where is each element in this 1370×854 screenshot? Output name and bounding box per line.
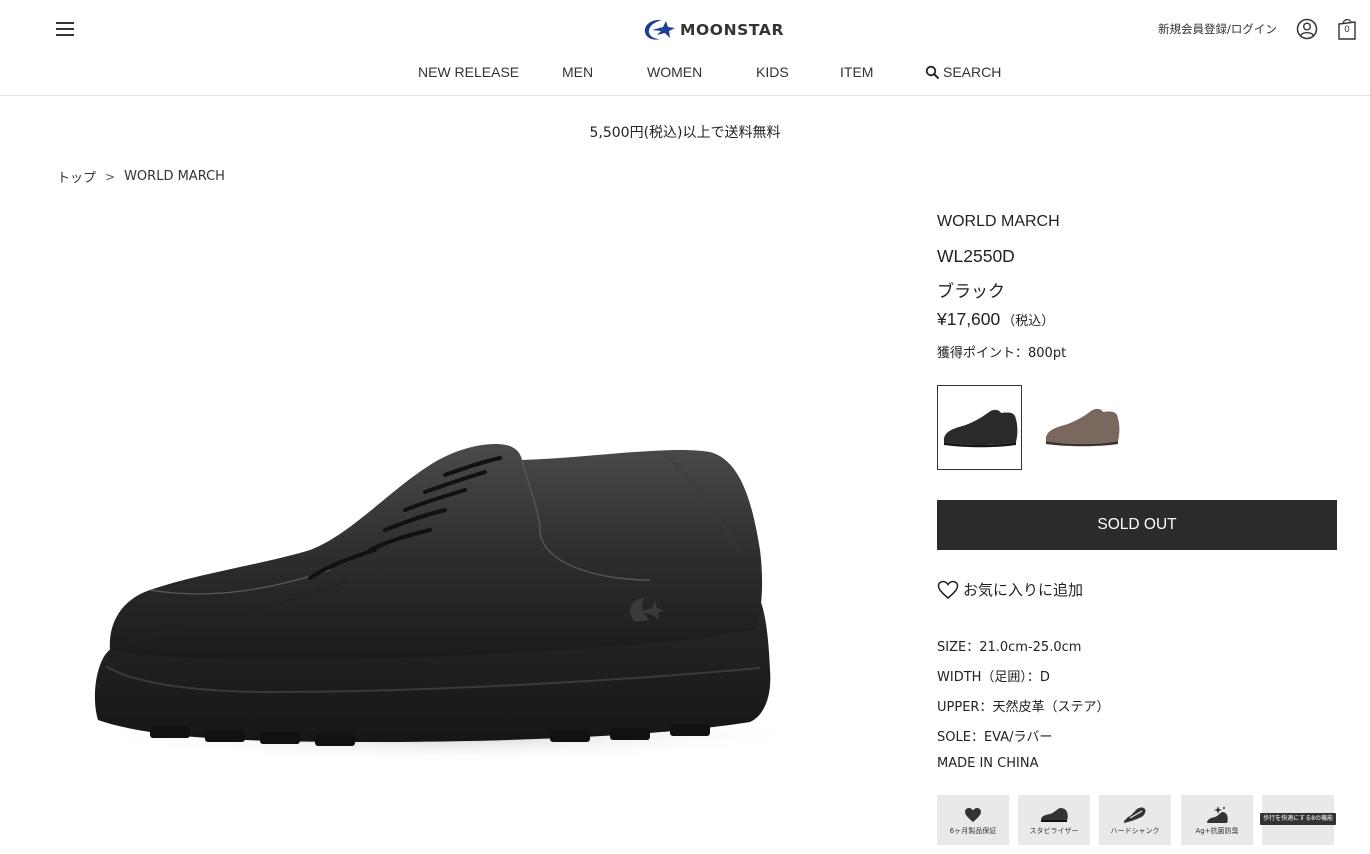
nav-search[interactable]: SEARCH	[925, 64, 1001, 80]
spec-origin: MADE IN CHINA	[937, 756, 1039, 771]
product-price: ¥17,600 （税込）	[937, 309, 1054, 330]
add-to-favorites[interactable]: お気に入りに追加	[937, 579, 1083, 600]
color-swatch-bronze[interactable]	[1040, 385, 1125, 470]
spec-size: SIZE：21.0cm-25.0cm	[937, 640, 1082, 655]
feature-eight-functions-label: 歩行を快適にする8の機能	[1260, 813, 1336, 825]
feature-stabilizer-label: スタビライザー	[1029, 827, 1079, 835]
free-shipping-banner: 5,500円(税込)以上で送料無料	[589, 125, 781, 141]
logo-text: moonstar	[680, 21, 785, 39]
feature-antibacterial-label: Ag+抗菌防臭	[1195, 827, 1239, 835]
hamburger-menu-icon[interactable]	[56, 20, 76, 38]
antibacterial-icon	[1207, 806, 1228, 823]
breadcrumb-current[interactable]: WORLD MARCH	[124, 169, 225, 184]
feature-antibacterial[interactable]: Ag+抗菌防臭	[1181, 795, 1253, 845]
price-tax-note: （税込）	[1002, 314, 1055, 329]
user-account-icon[interactable]	[1296, 18, 1318, 40]
nav-new-release[interactable]: NEW RELEASE	[418, 64, 519, 80]
swatch-bronze-shoe-image	[1045, 408, 1120, 447]
sold-out-button[interactable]: SOLD OUT	[937, 500, 1337, 550]
breadcrumb-separator: >	[105, 169, 116, 184]
spec-upper: UPPER：天然皮革（ステア）	[937, 700, 1110, 715]
price-value: ¥17,600	[937, 309, 1001, 329]
spec-width: WIDTH（足囲）：D	[937, 670, 1050, 685]
feature-stabilizer[interactable]: スタビライザー	[1018, 795, 1090, 845]
breadcrumb: トップ > WORLD MARCH	[57, 167, 225, 186]
cart-count: 0	[1344, 25, 1350, 35]
feature-warranty[interactable]: 6ヶ月製品保証	[937, 795, 1009, 845]
breadcrumb-home[interactable]: トップ	[57, 167, 96, 186]
color-swatch-black[interactable]	[937, 385, 1022, 470]
register-login-link[interactable]: 新規会員登録/ログイン	[1158, 21, 1277, 37]
feature-hard-shank[interactable]: ハードシャンク	[1099, 795, 1171, 845]
swatch-black-shoe-image	[943, 409, 1018, 448]
product-main-image[interactable]	[70, 430, 790, 770]
spec-sole: SOLE：EVA/ラバー	[937, 730, 1053, 745]
product-brand: WORLD MARCH	[937, 213, 1060, 230]
product-points: 獲得ポイント：800pt	[937, 346, 1067, 361]
feature-eight-functions[interactable]: 歩行を快適にする8の機能	[1260, 795, 1336, 845]
shoe-stabilizer-icon	[1041, 808, 1068, 822]
main-nav: NEW RELEASE MEN WOMEN KIDS ITEM SEARCH	[0, 64, 1370, 84]
shoe-shank-icon	[1124, 807, 1146, 823]
nav-item[interactable]: ITEM	[840, 64, 873, 80]
search-icon	[925, 65, 940, 79]
favorite-label: お気に入りに追加	[963, 581, 1084, 599]
site-header: moonstar 新規会員登録/ログイン 0 NEW RELEASE MEN W…	[0, 0, 1370, 96]
heart-icon	[965, 808, 981, 822]
moonstar-logo[interactable]: moonstar	[642, 17, 784, 43]
nav-search-label: SEARCH	[943, 64, 1002, 80]
heart-outline-icon	[937, 580, 959, 599]
moonstar-logo-mark	[644, 19, 675, 40]
feature-warranty-label: 6ヶ月製品保証	[949, 827, 997, 835]
product-model: WL2550D	[937, 246, 1015, 266]
feature-hard-shank-label: ハードシャンク	[1110, 827, 1160, 835]
nav-kids[interactable]: KIDS	[756, 64, 789, 80]
nav-women[interactable]: WOMEN	[647, 64, 702, 80]
product-color-name: ブラック	[937, 282, 1005, 302]
nav-men[interactable]: MEN	[562, 64, 593, 80]
